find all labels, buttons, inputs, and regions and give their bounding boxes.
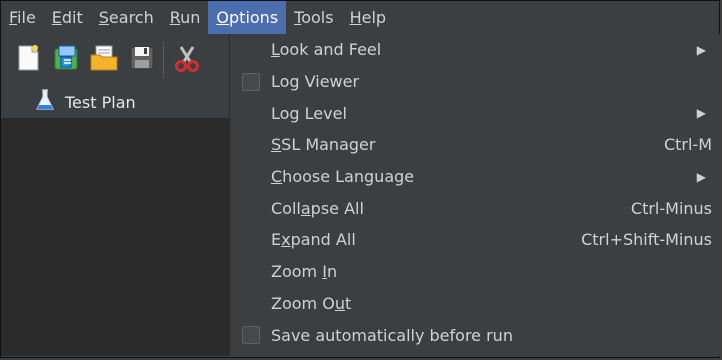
shortcut-label: Ctrl-M	[663, 135, 712, 155]
shortcut-label: Ctrl-Minus	[630, 198, 712, 218]
menu-tools[interactable]: Tools	[286, 1, 341, 34]
cut-icon	[172, 43, 202, 77]
templates-button[interactable]	[47, 40, 85, 80]
menu-item-expand-all[interactable]: Expand All Ctrl+Shift-Minus	[230, 224, 720, 256]
open-icon	[88, 43, 120, 77]
open-button[interactable]	[85, 40, 123, 80]
save-button[interactable]	[123, 40, 161, 80]
tree-item-label: Test Plan	[65, 92, 136, 112]
toolbar	[1, 34, 229, 86]
menu-item-log-level[interactable]: Log Level ▶	[230, 97, 720, 129]
new-button[interactable]	[9, 40, 47, 80]
menu-edit[interactable]: Edit	[44, 1, 91, 34]
tree-item-test-plan[interactable]: Test Plan	[1, 86, 229, 118]
menu-help[interactable]: Help	[342, 1, 394, 34]
save-icon	[127, 43, 157, 77]
submenu-arrow-icon: ▶	[696, 169, 706, 184]
save-automatically-checkbox[interactable]	[242, 326, 260, 345]
menu-item-collapse-all[interactable]: Collapse All Ctrl-Minus	[230, 192, 720, 224]
test-plan-tree: Test Plan	[1, 86, 229, 356]
submenu-arrow-icon: ▶	[696, 42, 706, 57]
menu-run[interactable]: Run	[162, 1, 209, 34]
cut-button[interactable]	[168, 40, 206, 80]
menu-item-look-and-feel[interactable]: Look and Feel ▶	[230, 34, 720, 66]
menu-file[interactable]: File	[1, 1, 44, 34]
toolbar-separator	[163, 42, 164, 78]
log-viewer-checkbox[interactable]	[242, 72, 260, 91]
menu-search[interactable]: Search	[91, 1, 162, 34]
menu-options[interactable]: Options	[208, 1, 287, 34]
new-icon	[14, 43, 42, 77]
menu-item-ssl-manager[interactable]: SSL Manager Ctrl-M	[230, 129, 720, 161]
options-menu: Look and Feel ▶ Log Viewer Log Level ▶ S…	[229, 34, 720, 356]
submenu-arrow-icon: ▶	[696, 106, 706, 121]
menu-item-save-automatically[interactable]: Save automatically before run	[230, 319, 720, 351]
menu-bar: File Edit Search Run Options Tools Help	[1, 1, 719, 35]
menu-item-choose-language[interactable]: Choose Language ▶	[230, 161, 720, 193]
menu-item-zoom-in[interactable]: Zoom In	[230, 256, 720, 288]
shortcut-label: Ctrl+Shift-Minus	[581, 230, 712, 250]
templates-icon	[51, 43, 81, 77]
menu-item-zoom-out[interactable]: Zoom Out	[230, 288, 720, 320]
menu-item-log-viewer[interactable]: Log Viewer	[230, 66, 720, 98]
flask-icon	[35, 88, 55, 116]
